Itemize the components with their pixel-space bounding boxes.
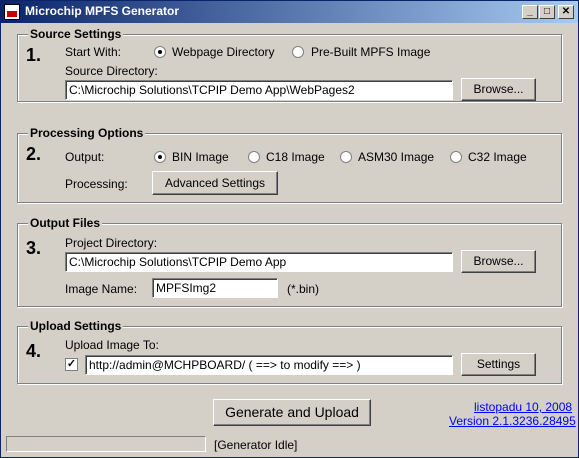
radio-asm30-image-label[interactable]: ASM30 Image bbox=[358, 150, 434, 164]
date-link[interactable]: listopadu 10, 2008 bbox=[474, 400, 572, 414]
window-title: Microchip MPFS Generator bbox=[25, 4, 180, 18]
output-label: Output: bbox=[65, 150, 105, 164]
close-button[interactable]: ✕ bbox=[558, 5, 574, 19]
upload-settings-group: Upload Settings 4. Upload Image To: ✓ ht… bbox=[17, 319, 562, 384]
minimize-button[interactable]: _ bbox=[522, 5, 538, 19]
step-number: 1. bbox=[26, 45, 42, 65]
start-with-label: Start With: bbox=[65, 45, 122, 59]
status-text: [Generator Idle] bbox=[214, 438, 298, 452]
progress-bar bbox=[6, 436, 206, 452]
radio-c18-image[interactable] bbox=[248, 151, 260, 163]
radio-prebuilt-image[interactable] bbox=[292, 46, 304, 58]
upload-url-input[interactable]: http://admin@MCHPBOARD/ ( ==> to modify … bbox=[85, 355, 453, 375]
radio-bin-image-label[interactable]: BIN Image bbox=[172, 150, 229, 164]
radio-asm30-image[interactable] bbox=[340, 151, 352, 163]
step-number: 3. bbox=[26, 238, 42, 258]
app-icon[interactable] bbox=[4, 4, 20, 20]
image-name-input[interactable]: MPFSImg2 bbox=[152, 278, 278, 298]
radio-c32-image[interactable] bbox=[450, 151, 462, 163]
group-title: Output Files bbox=[28, 216, 102, 230]
source-settings-group: Source Settings 1. Start With: Webpage D… bbox=[17, 27, 562, 102]
project-directory-input[interactable]: C:\Microchip Solutions\TCPIP Demo App bbox=[65, 252, 453, 272]
processing-options-group: Processing Options 2. Output: BIN Image … bbox=[17, 126, 562, 203]
upload-image-to-label: Upload Image To: bbox=[65, 338, 159, 352]
advanced-settings-button[interactable]: Advanced Settings bbox=[152, 171, 278, 195]
radio-prebuilt-image-label[interactable]: Pre-Built MPFS Image bbox=[311, 45, 430, 59]
group-title: Upload Settings bbox=[28, 319, 124, 333]
source-directory-label: Source Directory: bbox=[65, 64, 158, 78]
image-name-label: Image Name: bbox=[65, 282, 138, 296]
upload-settings-button[interactable]: Settings bbox=[461, 353, 536, 376]
step-number: 4. bbox=[26, 341, 42, 361]
source-directory-input[interactable]: C:\Microchip Solutions\TCPIP Demo App\We… bbox=[65, 80, 453, 100]
radio-c32-image-label[interactable]: C32 Image bbox=[468, 150, 527, 164]
output-browse-button[interactable]: Browse... bbox=[461, 250, 536, 273]
upload-checkbox[interactable]: ✓ bbox=[65, 358, 78, 371]
step-number: 2. bbox=[26, 144, 42, 164]
app-window: Microchip MPFS Generator _ □ ✕ Source Se… bbox=[0, 0, 579, 458]
maximize-button[interactable]: □ bbox=[539, 5, 555, 19]
image-extension-label: (*.bin) bbox=[287, 282, 320, 296]
radio-webpage-directory-label[interactable]: Webpage Directory bbox=[172, 45, 275, 59]
radio-c18-image-label[interactable]: C18 Image bbox=[266, 150, 325, 164]
group-title: Source Settings bbox=[28, 27, 124, 41]
version-link[interactable]: Version 2.1.3236.28495 bbox=[449, 414, 576, 428]
project-directory-label: Project Directory: bbox=[65, 236, 158, 250]
generate-upload-button[interactable]: Generate and Upload bbox=[213, 399, 371, 426]
processing-label: Processing: bbox=[65, 177, 128, 191]
radio-webpage-directory[interactable] bbox=[154, 46, 166, 58]
title-bar[interactable]: Microchip MPFS Generator _ □ ✕ bbox=[1, 1, 578, 23]
output-files-group: Output Files 3. Project Directory: C:\Mi… bbox=[17, 216, 562, 307]
source-browse-button[interactable]: Browse... bbox=[461, 78, 536, 101]
radio-bin-image[interactable] bbox=[154, 151, 166, 163]
group-title: Processing Options bbox=[28, 126, 146, 140]
